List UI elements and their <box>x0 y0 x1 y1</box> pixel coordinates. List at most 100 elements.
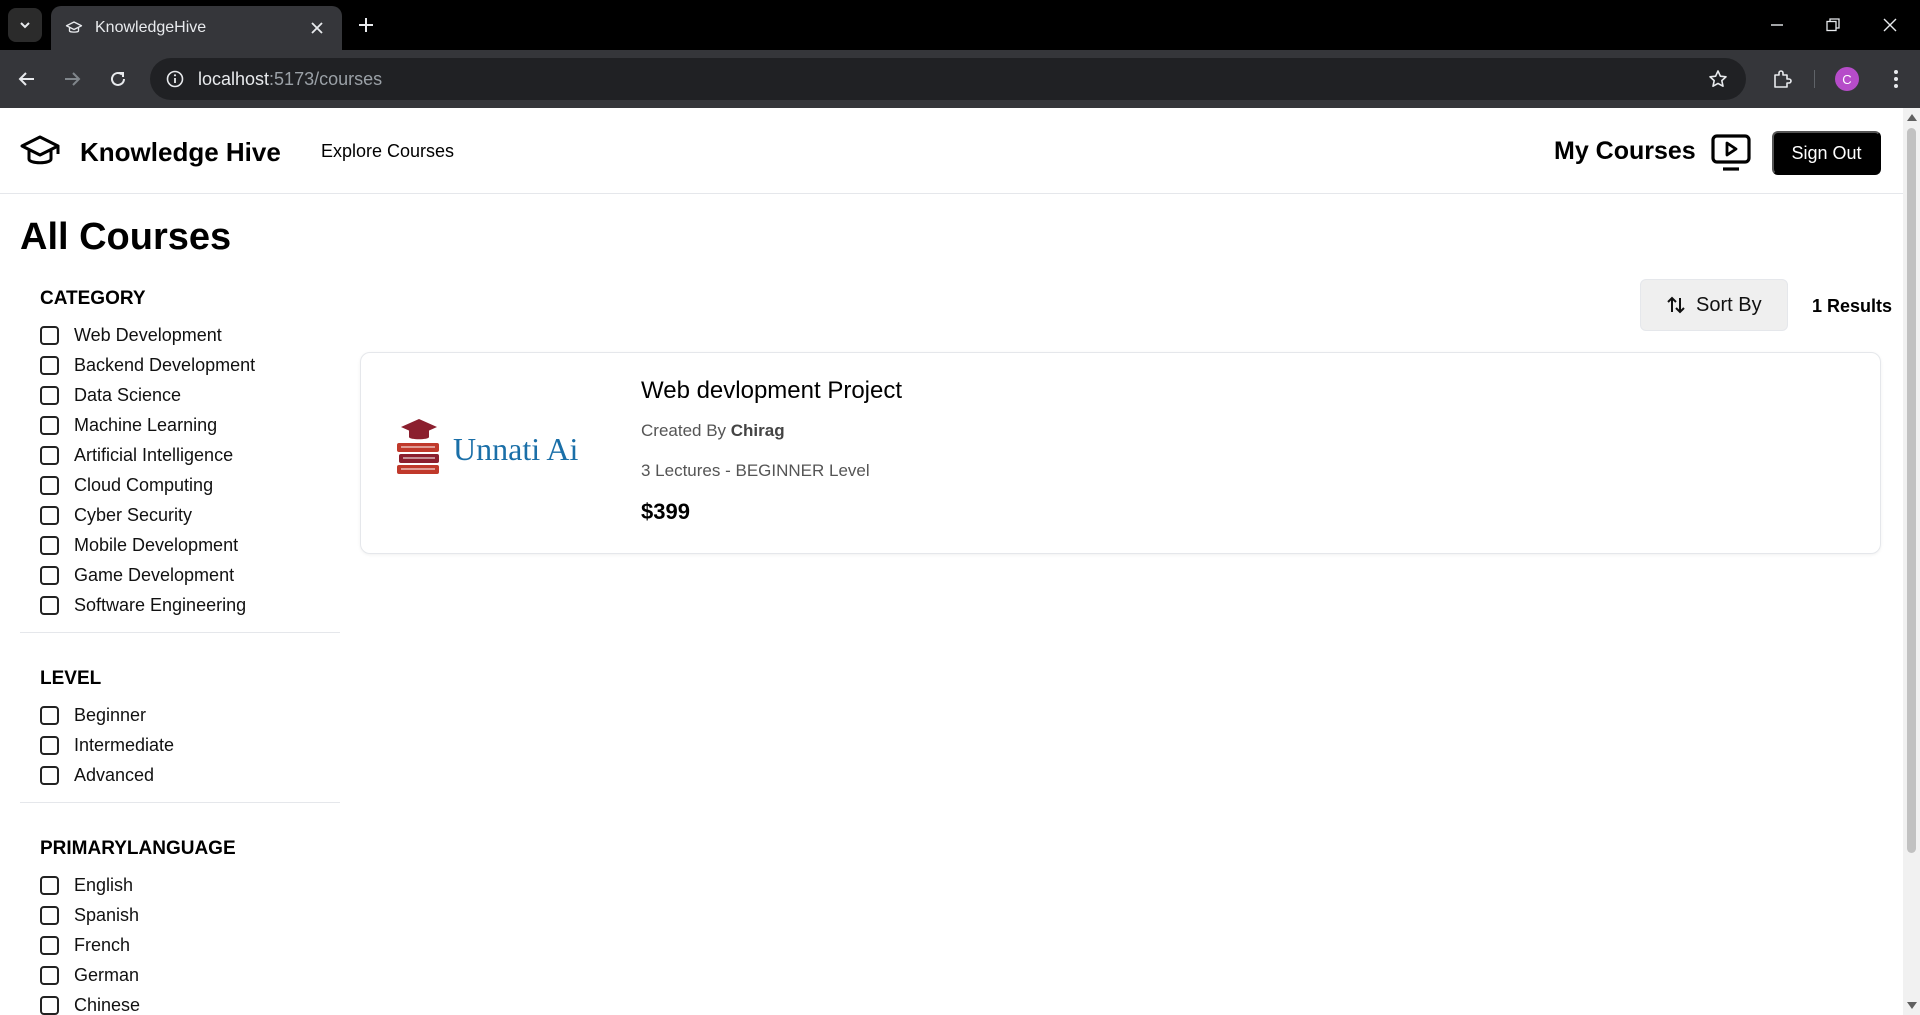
checkbox[interactable] <box>40 475 59 495</box>
scroll-up-arrow[interactable] <box>1907 114 1917 121</box>
filter-option-label: Chinese <box>74 994 141 1015</box>
checkbox[interactable] <box>40 935 59 955</box>
browser-menu-button[interactable] <box>1880 63 1912 95</box>
checkbox[interactable] <box>40 735 59 755</box>
checkbox[interactable] <box>40 875 59 895</box>
filter-option[interactable]: Software Engineering <box>40 590 340 620</box>
sort-arrows-icon <box>1667 296 1685 314</box>
course-meta: 3 Lectures - BEGINNER Level <box>641 461 870 480</box>
filter-option[interactable]: Machine Learning <box>40 410 340 440</box>
filter-option[interactable]: Web Development <box>40 320 340 350</box>
profile-avatar[interactable]: C <box>1835 67 1859 91</box>
author-name: Chirag <box>730 421 785 440</box>
filter-heading-level: LEVEL <box>40 668 102 689</box>
filter-option-label: Game Development <box>74 564 235 585</box>
filter-option-label: Data Science <box>74 384 182 405</box>
filter-divider <box>20 632 340 633</box>
sort-by-button[interactable]: Sort By <box>1640 279 1788 331</box>
tab-search-button[interactable] <box>8 8 42 42</box>
address-bar[interactable]: localhost:5173/courses <box>150 58 1746 100</box>
page-scrollbar[interactable] <box>1903 108 1920 1015</box>
checkbox[interactable] <box>40 905 59 925</box>
filter-option-label: Intermediate <box>74 734 175 755</box>
filter-option[interactable]: French <box>40 930 340 960</box>
checkbox[interactable] <box>40 705 59 725</box>
checkbox[interactable] <box>40 565 59 585</box>
back-button[interactable] <box>9 61 45 97</box>
filter-option[interactable]: Data Science <box>40 380 340 410</box>
course-title[interactable]: Web devlopment Project <box>641 377 902 405</box>
course-card[interactable]: Unnati Ai Web devlopment Project Created… <box>360 352 1881 554</box>
checkbox[interactable] <box>40 355 59 375</box>
bookmark-button[interactable] <box>1706 67 1730 91</box>
filter-option[interactable]: Cloud Computing <box>40 470 340 500</box>
filters-sidebar: CATEGORY Web Development Backend Develop… <box>20 288 340 1015</box>
checkbox[interactable] <box>40 505 59 525</box>
filter-option-label: Machine Learning <box>74 414 218 435</box>
extensions-button[interactable] <box>1766 63 1798 95</box>
plus-icon <box>359 18 373 32</box>
new-tab-button[interactable] <box>352 11 380 39</box>
course-thumbnail[interactable]: Unnati Ai <box>391 413 591 485</box>
arrow-left-icon <box>18 72 34 86</box>
app-header: Knowledge Hive Explore Courses My Course… <box>0 108 1903 194</box>
nav-my-courses[interactable]: My Courses <box>1554 137 1696 166</box>
filter-heading-language: PRIMARYLANGUAGE <box>40 838 236 859</box>
filter-option[interactable]: Game Development <box>40 560 340 590</box>
kebab-menu-icon <box>1894 70 1898 88</box>
checkbox[interactable] <box>40 995 59 1015</box>
filter-option-label: English <box>74 874 134 895</box>
filter-option-label: Web Development <box>74 324 222 345</box>
filter-option-label: Software Engineering <box>74 594 247 615</box>
checkbox[interactable] <box>40 445 59 465</box>
checkbox[interactable] <box>40 385 59 405</box>
filter-option[interactable]: Mobile Development <box>40 530 340 560</box>
filter-option[interactable]: Advanced <box>40 760 340 790</box>
restore-button[interactable] <box>1818 10 1848 40</box>
tv-play-icon[interactable] <box>1710 133 1752 173</box>
restore-icon <box>1826 18 1840 32</box>
checkbox[interactable] <box>40 415 59 435</box>
info-icon[interactable] <box>166 70 184 88</box>
filter-option[interactable]: Chinese <box>40 990 340 1015</box>
filter-option[interactable]: Intermediate <box>40 730 340 760</box>
reload-button[interactable] <box>100 61 136 97</box>
nav-explore-courses[interactable]: Explore Courses <box>321 141 454 162</box>
checkbox[interactable] <box>40 765 59 785</box>
url-text[interactable]: localhost:5173/courses <box>198 69 382 90</box>
filter-option-label: Beginner <box>74 704 147 725</box>
filter-option[interactable]: Backend Development <box>40 350 340 380</box>
checkbox[interactable] <box>40 535 59 555</box>
filter-option[interactable]: German <box>40 960 340 990</box>
filter-option[interactable]: Artificial Intelligence <box>40 440 340 470</box>
filter-option[interactable]: Cyber Security <box>40 500 340 530</box>
arrow-right-icon <box>65 72 81 86</box>
filter-option-label: Backend Development <box>74 354 256 375</box>
sign-out-button[interactable]: Sign Out <box>1772 131 1881 175</box>
created-by-prefix: Created By <box>641 421 731 440</box>
filter-divider <box>20 802 340 803</box>
checkbox[interactable] <box>40 965 59 985</box>
browser-toolbar: localhost:5173/courses C <box>0 50 1920 108</box>
thumbnail-logo-text: Unnati Ai <box>453 431 578 467</box>
filter-option-label: Spanish <box>74 904 140 925</box>
course-price: $399 <box>641 499 690 524</box>
filter-option[interactable]: Spanish <box>40 900 340 930</box>
close-window-button[interactable] <box>1875 10 1905 40</box>
checkbox[interactable] <box>40 325 59 345</box>
brand-name[interactable]: Knowledge Hive <box>80 137 281 168</box>
filter-option-label: Artificial Intelligence <box>74 444 234 465</box>
sort-by-label: Sort By <box>1696 293 1762 316</box>
checkbox[interactable] <box>40 595 59 615</box>
minimize-button[interactable] <box>1762 10 1792 40</box>
scroll-down-arrow[interactable] <box>1907 1002 1917 1009</box>
filter-option[interactable]: Beginner <box>40 700 340 730</box>
browser-tab-active[interactable]: KnowledgeHive <box>51 6 342 50</box>
forward-button[interactable] <box>54 61 90 97</box>
scrollbar-thumb[interactable] <box>1907 128 1916 853</box>
filter-option[interactable]: English <box>40 870 340 900</box>
filter-heading-category: CATEGORY <box>40 288 146 309</box>
tab-close-button[interactable] <box>306 17 328 39</box>
graduation-cap-icon[interactable] <box>20 132 60 170</box>
filter-option-label: Cloud Computing <box>74 474 214 495</box>
